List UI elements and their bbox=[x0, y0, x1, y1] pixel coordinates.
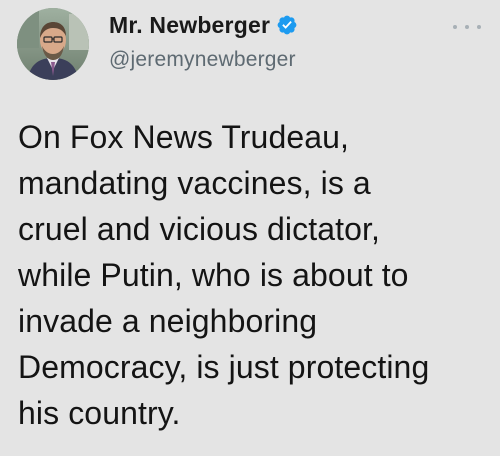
avatar[interactable] bbox=[17, 8, 89, 80]
display-name[interactable]: Mr. Newberger bbox=[109, 12, 270, 39]
tweet-header: Mr. Newberger @jeremynewberger bbox=[17, 8, 487, 82]
more-options-icon[interactable] bbox=[453, 22, 481, 32]
profile-photo-icon bbox=[17, 8, 89, 80]
dot bbox=[477, 25, 481, 29]
user-handle[interactable]: @jeremynewberger bbox=[109, 48, 298, 72]
tweet-card: Mr. Newberger @jeremynewberger On Fox Ne… bbox=[0, 0, 500, 456]
name-row: Mr. Newberger bbox=[109, 10, 298, 40]
dot bbox=[465, 25, 469, 29]
verified-badge-icon bbox=[276, 14, 298, 36]
tweet-text: On Fox News Trudeau, mandating vaccines,… bbox=[18, 119, 430, 431]
dot bbox=[453, 25, 457, 29]
author-info: Mr. Newberger @jeremynewberger bbox=[109, 10, 298, 72]
